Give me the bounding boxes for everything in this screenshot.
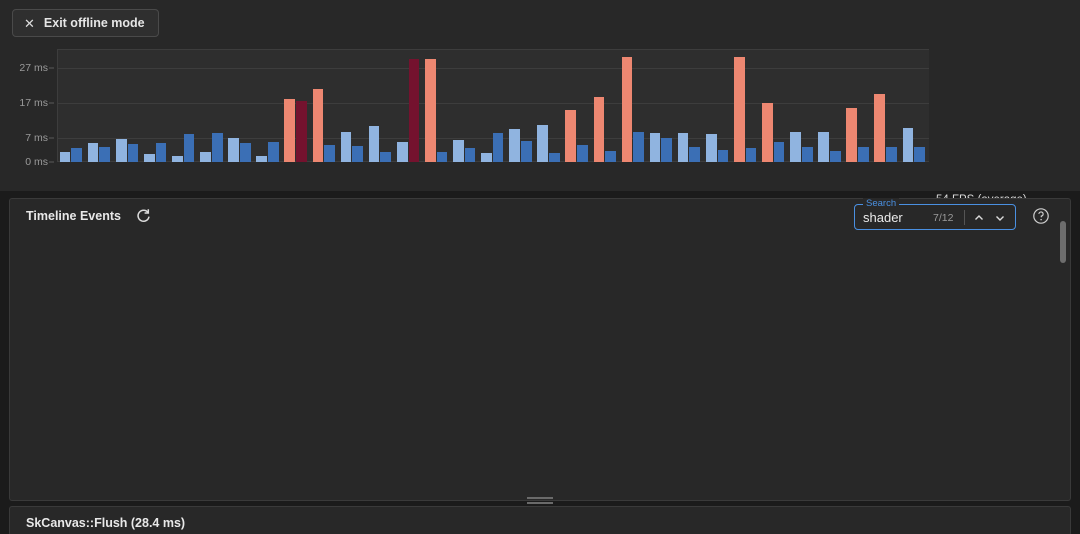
chart-bar-raster[interactable] (914, 147, 925, 162)
chart-bar-raster[interactable] (71, 148, 82, 162)
chart-bar-ui[interactable] (622, 57, 633, 162)
event-detail-panel: SkCanvas::Flush (28.4 ms) (9, 506, 1071, 534)
search-value[interactable]: shader (863, 210, 903, 225)
chart-bar-ui[interactable] (369, 126, 380, 162)
chart-bar-raster[interactable] (296, 101, 307, 162)
chart-bar-raster[interactable] (521, 141, 532, 162)
chart-bar-raster[interactable] (549, 153, 560, 162)
chart-bar-raster[interactable] (352, 146, 363, 162)
chart-bar-ui[interactable] (565, 110, 576, 163)
chart-bar-raster[interactable] (858, 147, 869, 162)
chart-bar-ui[interactable] (341, 132, 352, 162)
y-axis-tick-mark (49, 102, 54, 103)
selected-event-title: SkCanvas::Flush (28.4 ms) (26, 516, 185, 530)
chart-bar-ui[interactable] (284, 99, 295, 162)
chart-bar-ui[interactable] (762, 103, 773, 163)
chart-bar-ui[interactable] (116, 139, 127, 162)
timeline-events-header: Timeline Events Search shader 7/12 (10, 199, 1070, 235)
chart-bar-ui[interactable] (481, 153, 492, 162)
chart-bar-raster[interactable] (830, 151, 841, 162)
chart-bar-ui[interactable] (790, 132, 801, 162)
chart-bar-ui[interactable] (200, 152, 211, 163)
chart-bar-ui[interactable] (144, 154, 155, 162)
chart-bar-ui[interactable] (88, 143, 99, 162)
chart-bar-raster[interactable] (605, 151, 616, 162)
flame-chart-viewport[interactable] (19, 235, 1063, 493)
chart-bar-ui[interactable] (734, 57, 745, 162)
frame-time-chart-panel: 0 ms7 ms17 ms27 ms 54 FPS (average) (0, 42, 1080, 191)
chart-bar-ui[interactable] (650, 133, 661, 162)
chart-bar-ui[interactable] (818, 132, 829, 162)
chart-bar-raster[interactable] (493, 133, 504, 162)
chart-y-axis: 0 ms7 ms17 ms27 ms (0, 49, 48, 163)
search-label: Search (863, 198, 899, 209)
chart-bar-ui[interactable] (537, 125, 548, 162)
chart-bar-raster[interactable] (240, 143, 251, 162)
chart-bar-raster[interactable] (437, 152, 448, 163)
chart-bar-raster[interactable] (465, 148, 476, 162)
chart-bar-raster[interactable] (99, 147, 110, 162)
chart-bar-ui[interactable] (678, 133, 689, 162)
chart-bars[interactable] (58, 50, 929, 162)
chart-bar-raster[interactable] (886, 147, 897, 162)
chart-bar-raster[interactable] (212, 133, 223, 162)
chart-bar-raster[interactable] (324, 145, 335, 162)
chart-x-axis (57, 163, 929, 181)
chart-bar-ui[interactable] (706, 134, 717, 162)
chevron-up-icon[interactable] (972, 211, 986, 225)
close-icon: ✕ (24, 17, 35, 30)
chart-bar-raster[interactable] (718, 150, 729, 162)
chart-bar-ui[interactable] (228, 138, 239, 163)
chart-bar-raster[interactable] (689, 147, 700, 162)
chart-bar-raster[interactable] (802, 147, 813, 162)
flame-chart-vertical-scrollbar[interactable] (1060, 221, 1066, 263)
chart-bar-ui[interactable] (60, 152, 71, 163)
y-axis-tick-label: 27 ms (19, 62, 48, 74)
chart-right-edge-strip (1075, 42, 1080, 191)
panel-title: Timeline Events (26, 209, 121, 223)
chart-bar-ui[interactable] (846, 108, 857, 162)
chart-bar-ui[interactable] (903, 128, 914, 162)
chart-bar-raster[interactable] (156, 143, 167, 162)
chart-bar-raster[interactable] (746, 148, 757, 162)
y-axis-tick-label: 0 ms (25, 156, 48, 168)
chevron-down-icon[interactable] (993, 211, 1007, 225)
help-circle-icon[interactable] (1032, 207, 1050, 225)
y-axis-tick-mark (49, 162, 54, 163)
chart-bar-ui[interactable] (453, 140, 464, 162)
search-input[interactable]: Search shader 7/12 (854, 204, 1016, 230)
search-match-count: 7/12 (933, 212, 953, 224)
chart-bar-raster[interactable] (184, 134, 195, 162)
chart-bar-ui[interactable] (425, 59, 436, 162)
chart-horizontal-scrollbar[interactable] (57, 183, 929, 190)
top-toolbar: ✕ Exit offline mode (0, 0, 1080, 42)
chart-bar-ui[interactable] (509, 129, 520, 162)
timeline-ruler (19, 235, 1063, 254)
chart-bar-raster[interactable] (633, 132, 644, 162)
y-axis-tick-mark (49, 67, 54, 68)
y-axis-tick-label: 17 ms (19, 97, 48, 109)
chart-bar-raster[interactable] (380, 152, 391, 162)
chart-bar-ui[interactable] (874, 94, 885, 162)
chart-bar-raster[interactable] (409, 59, 420, 162)
y-axis-tick-label: 7 ms (25, 132, 48, 144)
chart-bar-ui[interactable] (256, 156, 267, 162)
timeline-events-panel: Timeline Events Search shader 7/12 (9, 198, 1071, 501)
chart-bar-raster[interactable] (661, 138, 672, 163)
search-divider (964, 210, 965, 225)
y-axis-tick-mark (49, 137, 54, 138)
chart-bar-ui[interactable] (172, 156, 183, 162)
chart-bar-raster[interactable] (577, 145, 588, 162)
flame-chart[interactable] (19, 254, 1063, 493)
chart-bar-ui[interactable] (313, 89, 324, 163)
chart-bar-raster[interactable] (268, 142, 279, 162)
chart-bar-raster[interactable] (774, 142, 785, 162)
refresh-icon[interactable] (134, 207, 152, 225)
exit-offline-mode-button[interactable]: ✕ Exit offline mode (12, 9, 159, 37)
chart-bar-raster[interactable] (128, 144, 139, 162)
chart-bar-ui[interactable] (397, 142, 408, 162)
chart-bar-ui[interactable] (594, 97, 605, 162)
exit-offline-mode-label: Exit offline mode (44, 16, 145, 30)
